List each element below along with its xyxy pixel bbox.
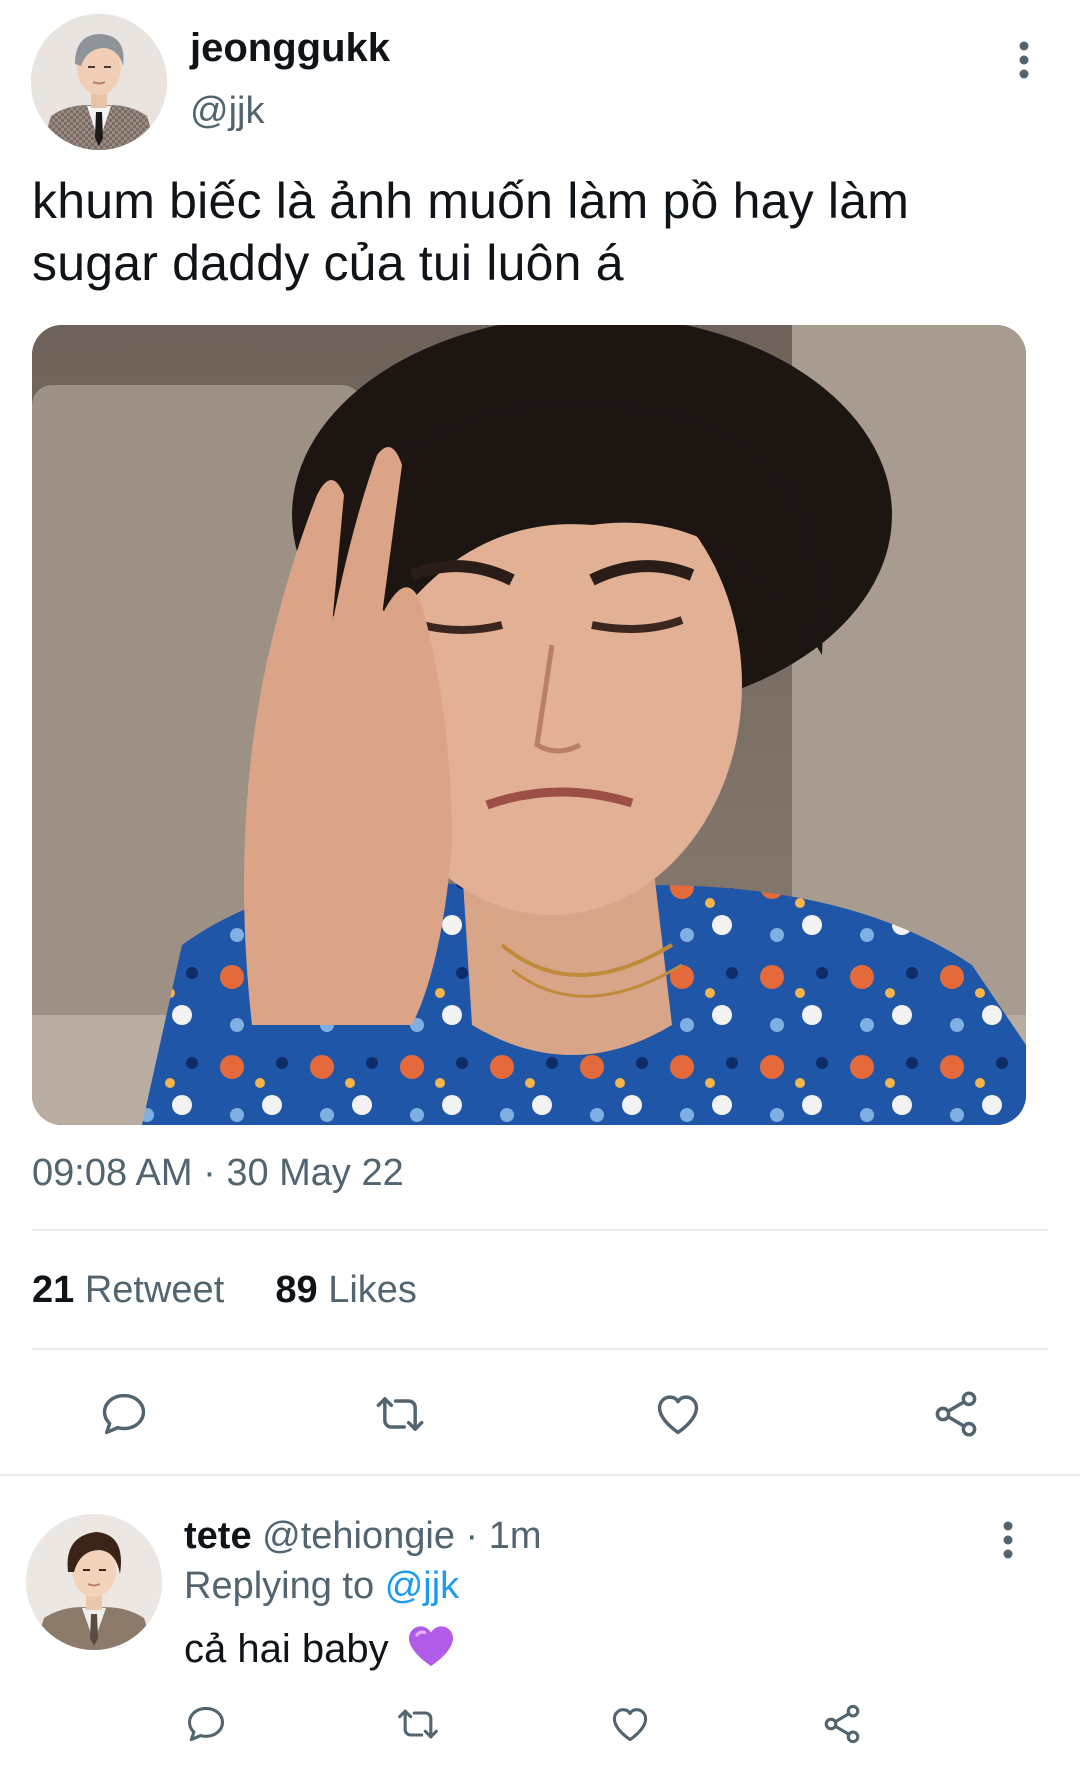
- reply-icon[interactable]: [98, 1388, 150, 1440]
- reply-reply-icon[interactable]: [184, 1702, 228, 1746]
- likes-stat[interactable]: 89 Likes: [275, 1269, 417, 1311]
- tweet-timestamp[interactable]: 09:08 AM · 30 May 22: [32, 1150, 404, 1196]
- divider: [32, 1229, 1048, 1231]
- like-icon[interactable]: [652, 1388, 704, 1440]
- tweet-text: khum biếc là ảnh muốn làm pồ hay làm sug…: [32, 170, 909, 294]
- share-icon[interactable]: [930, 1388, 982, 1440]
- reply-retweet-icon[interactable]: [396, 1702, 440, 1746]
- reply-header: tete @tehiongie · 1m: [184, 1513, 542, 1559]
- replying-to-prefix: Replying to: [184, 1565, 375, 1607]
- replying-to: Replying to @jjk: [184, 1563, 459, 1609]
- more-options-icon[interactable]: [1012, 38, 1036, 82]
- author-avatar[interactable]: [31, 14, 167, 150]
- tweet-text-line-2: sugar daddy của tui luôn á: [32, 235, 624, 291]
- replying-to-mention[interactable]: @jjk: [385, 1565, 459, 1607]
- retweet-label: Retweet: [84, 1269, 225, 1311]
- likes-count: 89: [275, 1269, 318, 1311]
- tweet-media-photo[interactable]: [32, 325, 1026, 1125]
- reply-text: cả hai baby: [184, 1627, 389, 1671]
- reply-more-options-icon[interactable]: [996, 1518, 1020, 1562]
- reply-time: · 1m: [465, 1515, 542, 1557]
- reply-share-icon[interactable]: [820, 1702, 864, 1746]
- reply-author-handle[interactable]: @tehiongie: [262, 1515, 455, 1557]
- retweet-stat[interactable]: 21 Retweet: [32, 1269, 224, 1311]
- reply-like-icon[interactable]: [608, 1702, 652, 1746]
- tweet-text-line-1: khum biếc là ảnh muốn làm pồ hay làm: [32, 173, 910, 229]
- section-divider: [0, 1474, 1080, 1476]
- tweet-stats: 21 Retweet 89 Likes: [32, 1267, 417, 1313]
- divider: [32, 1348, 1048, 1350]
- reply-body: cả hai baby: [184, 1624, 456, 1679]
- retweet-count: 21: [32, 1269, 75, 1311]
- author-handle[interactable]: @jjk: [190, 88, 264, 134]
- purple-heart-icon: [406, 1624, 456, 1679]
- reply-author-avatar[interactable]: [26, 1514, 162, 1650]
- retweet-icon[interactable]: [374, 1388, 426, 1440]
- author-display-name[interactable]: jeonggukk: [190, 24, 390, 72]
- likes-label: Likes: [328, 1269, 417, 1311]
- reply-author-display-name[interactable]: tete: [184, 1515, 252, 1557]
